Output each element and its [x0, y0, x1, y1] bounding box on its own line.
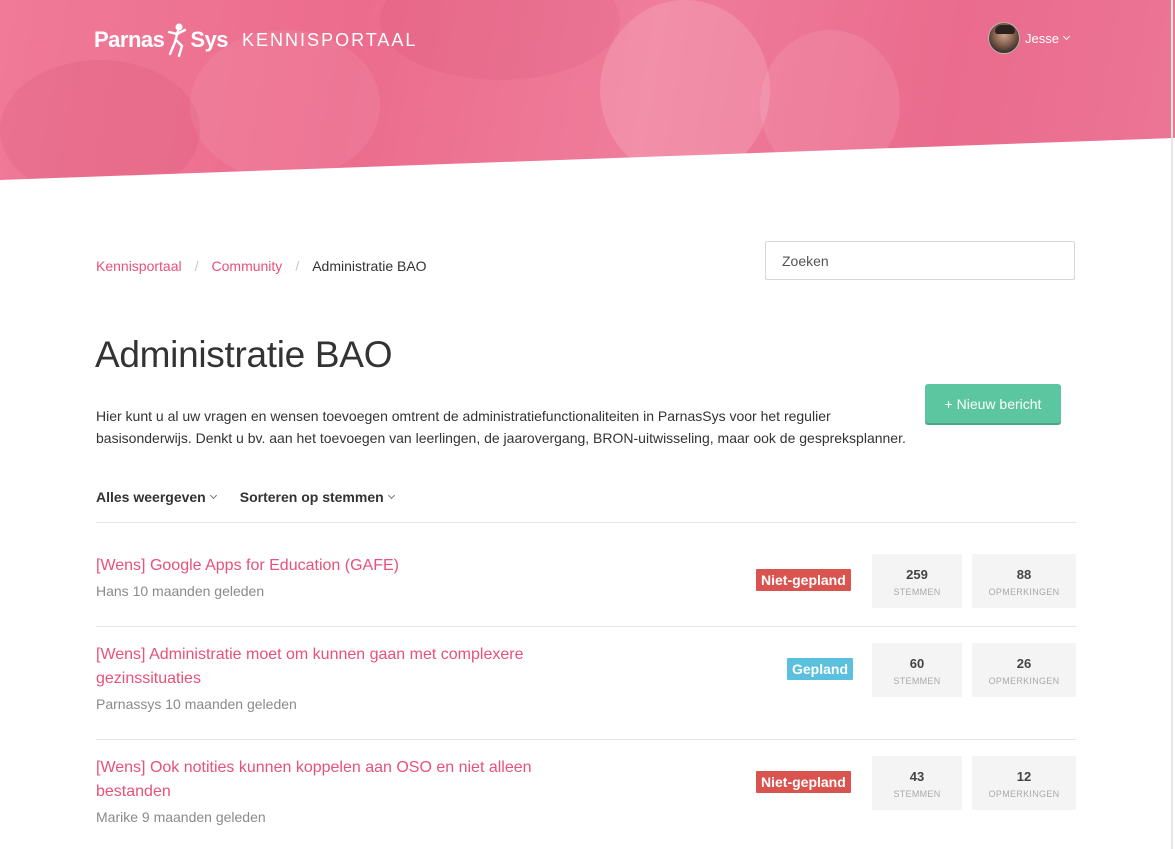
site-logo[interactable]: Parnas Sys KENNISPORTAAL [94, 22, 417, 58]
sort-label: Sorteren op stemmen [239, 489, 384, 505]
post-meta: Marike 9 maanden geleden [96, 809, 266, 825]
vote-number: 259 [906, 567, 928, 582]
hero-photo-shape [760, 30, 900, 180]
search-input[interactable] [765, 241, 1075, 280]
vote-count[interactable]: 43 STEMMEN [872, 756, 962, 810]
page-description: Hier kunt u al uw vragen en wensen toevo… [96, 408, 906, 446]
breadcrumb-community[interactable]: Community [212, 258, 283, 274]
vote-label: STEMMEN [893, 676, 941, 686]
vote-label: STEMMEN [893, 587, 941, 597]
comment-label: OPMERKINGEN [988, 676, 1060, 686]
filter-bar: Alles weergeven Sorteren op stemmen [96, 489, 418, 505]
comment-count[interactable]: 88 OPMERKINGEN [972, 554, 1076, 608]
post-title[interactable]: [Wens] Ook notities kunnen koppelen aan … [96, 756, 556, 804]
status-badge: Niet-gepland [756, 771, 851, 793]
comment-number: 12 [1016, 769, 1032, 784]
breadcrumb-separator: / [194, 258, 199, 274]
portal-title: KENNISPORTAAL [242, 29, 418, 50]
status-badge: Niet-gepland [756, 569, 851, 591]
vote-count[interactable]: 259 STEMMEN [872, 554, 962, 608]
filter-label: Alles weergeven [96, 489, 206, 505]
divider [96, 626, 1076, 627]
user-menu[interactable]: Jesse [988, 22, 1071, 54]
post-title[interactable]: [Wens] Administratie moet om kunnen gaan… [96, 643, 556, 691]
sort-by-votes[interactable]: Sorteren op stemmen [239, 489, 395, 505]
brand-name: Parnas Sys [94, 22, 229, 58]
post-meta: Parnassys 10 maanden geleden [96, 696, 297, 712]
breadcrumb-kennisportaal[interactable]: Kennisportaal [96, 258, 182, 274]
page-title: Administratie BAO [95, 334, 393, 375]
comment-count[interactable]: 26 OPMERKINGEN [972, 643, 1076, 697]
filter-show-all[interactable]: Alles weergeven [96, 489, 217, 505]
hero-photo-shape [600, 0, 770, 180]
chevron-down-icon [1062, 32, 1071, 40]
user-name: Jesse [1025, 30, 1059, 46]
breadcrumb-current: Administratie BAO [312, 258, 427, 274]
avatar [988, 22, 1020, 54]
page-edge [1171, 0, 1173, 849]
brand-left: Parnas [94, 27, 165, 52]
vote-label: STEMMEN [893, 789, 941, 799]
post-title[interactable]: [Wens] Google Apps for Education (GAFE) [96, 554, 556, 578]
breadcrumb: Kennisportaal / Community / Administrati… [96, 258, 427, 274]
comment-number: 88 [1016, 567, 1032, 582]
brand-right: Sys [190, 27, 229, 52]
new-post-button[interactable]: + Nieuw bericht [925, 384, 1061, 423]
status-badge: Gepland [787, 658, 854, 680]
vote-number: 43 [909, 769, 925, 784]
comment-label: OPMERKINGEN [988, 587, 1060, 597]
comment-count[interactable]: 12 OPMERKINGEN [972, 756, 1076, 810]
comment-label: OPMERKINGEN [988, 789, 1060, 799]
divider [96, 522, 1076, 523]
logo-figure-icon [168, 23, 187, 58]
divider [96, 739, 1076, 740]
breadcrumb-separator: / [295, 258, 300, 274]
vote-count[interactable]: 60 STEMMEN [872, 643, 962, 697]
vote-number: 60 [909, 656, 925, 671]
hero-photo-shape [0, 60, 200, 180]
chevron-down-icon [209, 491, 217, 499]
chevron-down-icon [387, 491, 395, 499]
comment-number: 26 [1016, 656, 1032, 671]
